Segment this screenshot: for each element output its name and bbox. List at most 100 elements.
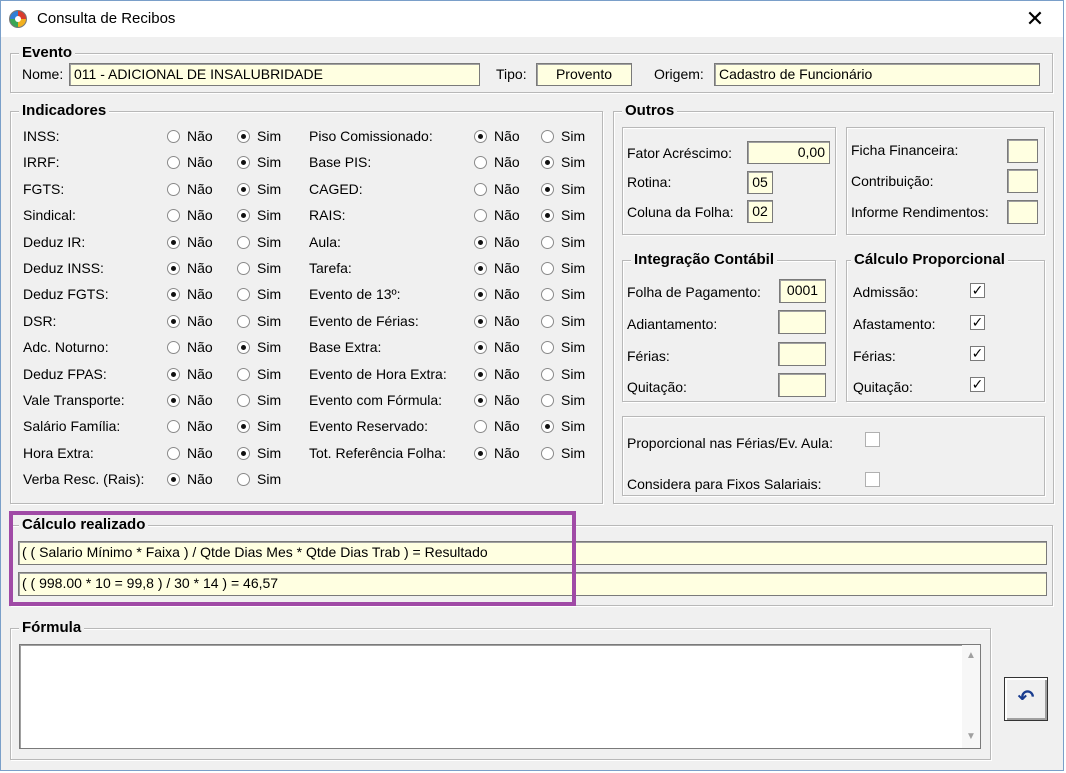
radio-sim[interactable] bbox=[541, 314, 554, 328]
radio-nao[interactable] bbox=[167, 288, 180, 302]
rotina-field[interactable]: 05 bbox=[747, 171, 773, 194]
radio-sim[interactable] bbox=[237, 235, 250, 249]
formula-scrollbar[interactable]: ▲ ▼ bbox=[962, 645, 980, 748]
ferias-prop-label: Férias: bbox=[853, 348, 896, 364]
radio-nao[interactable] bbox=[167, 209, 180, 223]
radio-sim[interactable] bbox=[237, 156, 250, 170]
radio-sim[interactable] bbox=[541, 288, 554, 302]
radio-nao[interactable] bbox=[167, 262, 180, 275]
radio-sim-label: Sim bbox=[257, 365, 282, 382]
radio-nao[interactable] bbox=[167, 473, 180, 487]
radio-nao[interactable] bbox=[167, 156, 180, 170]
radio-sim[interactable] bbox=[237, 288, 250, 302]
nome-field[interactable]: 011 - ADICIONAL DE INSALUBRIDADE bbox=[69, 63, 480, 86]
radio-sim-label: Sim bbox=[561, 312, 586, 329]
adiant-field[interactable] bbox=[778, 310, 826, 334]
radio-sim[interactable] bbox=[541, 420, 554, 434]
radio-nao[interactable] bbox=[474, 130, 487, 143]
radio-nao[interactable] bbox=[474, 262, 487, 275]
ferias-int-field[interactable] bbox=[778, 342, 826, 366]
radio-nao[interactable] bbox=[474, 367, 487, 381]
radio-sim[interactable] bbox=[237, 446, 250, 460]
radio-sim[interactable] bbox=[237, 182, 250, 196]
formula-textarea[interactable]: ▲ ▼ bbox=[19, 644, 981, 749]
radio-sim[interactable] bbox=[541, 367, 554, 381]
radio-nao[interactable] bbox=[474, 314, 487, 328]
prop-ferias-checkbox[interactable] bbox=[865, 432, 880, 447]
fixos-label: Considera para Fixos Salariais: bbox=[627, 476, 822, 492]
indicador-label: Piso Comissionado: bbox=[309, 128, 433, 144]
coluna-field[interactable]: 02 bbox=[747, 200, 773, 223]
indicador-label: Base Extra: bbox=[309, 339, 382, 356]
radio-nao[interactable] bbox=[474, 341, 487, 355]
radio-sim-label: Sim bbox=[561, 365, 586, 382]
radio-nao[interactable] bbox=[474, 446, 487, 460]
radio-sim[interactable] bbox=[237, 394, 250, 407]
radio-nao[interactable] bbox=[474, 420, 487, 434]
radio-sim-label: Sim bbox=[561, 444, 586, 461]
radio-sim[interactable] bbox=[541, 156, 554, 170]
radio-nao[interactable] bbox=[167, 314, 180, 328]
radio-nao[interactable] bbox=[474, 209, 487, 223]
informe-field[interactable] bbox=[1007, 200, 1038, 224]
radio-nao[interactable] bbox=[474, 182, 487, 196]
radio-sim[interactable] bbox=[237, 209, 250, 223]
radio-nao[interactable] bbox=[474, 394, 487, 407]
radio-nao[interactable] bbox=[167, 341, 180, 355]
radio-nao[interactable] bbox=[167, 446, 180, 460]
radio-sim[interactable] bbox=[237, 341, 250, 355]
admissao-checkbox[interactable]: ✓ bbox=[970, 283, 985, 298]
radio-sim[interactable] bbox=[237, 262, 250, 275]
scroll-up-icon[interactable]: ▲ bbox=[962, 647, 980, 665]
radio-nao[interactable] bbox=[474, 235, 487, 249]
radio-nao-label: Não bbox=[494, 180, 520, 197]
radio-sim-label: Sim bbox=[561, 392, 586, 408]
radio-sim[interactable] bbox=[541, 394, 554, 407]
fixos-checkbox[interactable] bbox=[865, 472, 880, 487]
origem-field[interactable]: Cadastro de Funcionário bbox=[714, 63, 1040, 86]
radio-sim[interactable] bbox=[541, 235, 554, 249]
radio-sim[interactable] bbox=[237, 367, 250, 381]
radio-sim[interactable] bbox=[541, 262, 554, 275]
scroll-down-icon[interactable]: ▼ bbox=[962, 728, 980, 746]
radio-sim[interactable] bbox=[237, 420, 250, 434]
radio-nao-label: Não bbox=[187, 365, 213, 382]
radio-nao[interactable] bbox=[167, 367, 180, 381]
radio-nao[interactable] bbox=[167, 235, 180, 249]
radio-sim-label: Sim bbox=[257, 339, 282, 356]
folha-field[interactable]: 0001 bbox=[779, 279, 826, 303]
radio-sim-label: Sim bbox=[561, 260, 586, 276]
radio-sim[interactable] bbox=[237, 130, 250, 143]
tipo-field[interactable]: Provento bbox=[536, 63, 632, 86]
radio-sim-label: Sim bbox=[257, 128, 282, 144]
ficha-field[interactable] bbox=[1007, 139, 1038, 163]
indicador-label: Vale Transporte: bbox=[23, 392, 125, 408]
ferias-prop-checkbox[interactable]: ✓ bbox=[970, 346, 985, 361]
fator-label: Fator Acréscimo: bbox=[627, 145, 733, 161]
radio-nao[interactable] bbox=[474, 288, 487, 302]
radio-sim[interactable] bbox=[541, 446, 554, 460]
radio-sim[interactable] bbox=[541, 341, 554, 355]
undo-button[interactable]: ↶ bbox=[1004, 677, 1048, 721]
fator-field[interactable]: 0,00 bbox=[747, 141, 830, 164]
radio-sim[interactable] bbox=[541, 209, 554, 223]
radio-sim[interactable] bbox=[237, 473, 250, 487]
close-button[interactable]: ✕ bbox=[1013, 3, 1057, 35]
radio-nao[interactable] bbox=[167, 394, 180, 407]
radio-sim[interactable] bbox=[237, 314, 250, 328]
radio-nao[interactable] bbox=[474, 156, 487, 170]
afast-checkbox[interactable]: ✓ bbox=[970, 315, 985, 330]
contrib-field[interactable] bbox=[1007, 169, 1038, 193]
radio-sim[interactable] bbox=[541, 130, 554, 143]
quit-int-field[interactable] bbox=[778, 373, 826, 397]
radio-sim[interactable] bbox=[541, 182, 554, 196]
quit-prop-label: Quitação: bbox=[853, 379, 913, 395]
indicador-label: Aula: bbox=[309, 233, 341, 250]
quit-prop-checkbox[interactable]: ✓ bbox=[970, 377, 985, 392]
radio-nao[interactable] bbox=[167, 182, 180, 196]
radio-nao[interactable] bbox=[167, 420, 180, 434]
indicador-label: IRRF: bbox=[23, 154, 60, 171]
radio-sim-label: Sim bbox=[257, 444, 282, 461]
admissao-label: Admissão: bbox=[853, 284, 919, 300]
radio-nao[interactable] bbox=[167, 130, 180, 143]
